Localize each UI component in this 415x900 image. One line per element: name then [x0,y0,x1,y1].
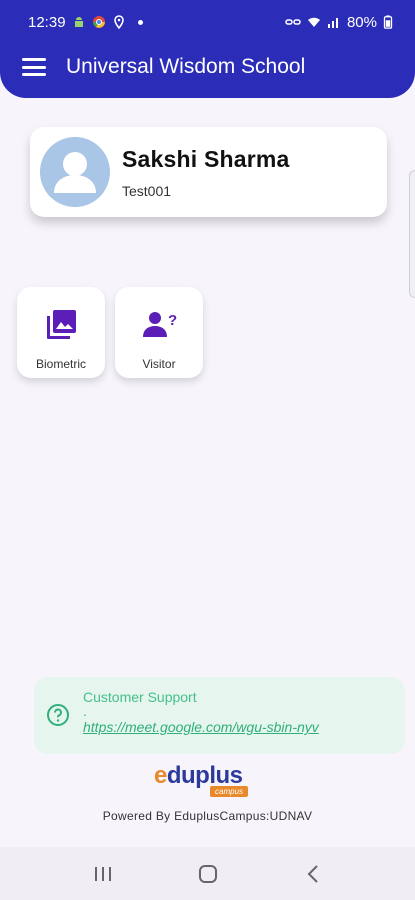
powered-by-text: Powered By EduplusCampus:UDNAV [102,809,313,823]
photo-library-icon [47,310,76,339]
profile-id: Test001 [122,182,172,199]
status-bar: 12:39 80% [0,0,415,44]
support-meet-link[interactable]: https://meet.google.com/wgu-sbin-nyv [83,719,319,735]
battery-percent: 80% [346,13,377,31]
support-title: Customer Support [83,689,197,705]
back-icon[interactable] [293,859,333,889]
home-icon[interactable] [188,859,228,889]
visitor-tile[interactable]: ? Visitor [115,287,203,378]
svg-text:?: ? [168,312,177,329]
customer-support-card[interactable]: Customer Support . https://meet.google.c… [34,677,405,754]
page-title: Universal Wisdom School [66,55,306,78]
tile-label-visitor: Visitor [142,357,176,371]
tile-label-biometric: Biometric [35,357,86,371]
status-time: 12:39 [28,13,66,31]
person-avatar-icon [40,137,110,207]
edge-panel-handle[interactable] [409,170,415,298]
battery-icon [383,15,393,29]
support-separator: . [83,703,87,719]
location-icon [113,15,124,29]
profile-card[interactable]: Sakshi Sharma Test001 [30,127,387,217]
toolbar: Universal Wisdom School [0,44,415,90]
app-bar: 12:39 80% Universal Wisdom School [0,0,415,98]
profile-name: Sakshi Sharma [122,145,290,172]
logo-campus: campus [210,786,249,797]
logo-e: e [154,762,167,789]
recent-apps-icon[interactable] [83,859,123,889]
signal-icon [327,18,338,28]
help-circle-icon [47,704,69,726]
logo-rest: duplus [166,762,243,789]
biometric-tile[interactable]: Biometric [17,287,105,378]
wifi-icon [307,17,320,27]
hamburger-menu-icon[interactable] [22,58,46,76]
system-nav-bar [0,847,415,900]
chrome-icon [92,16,105,28]
notification-dot [137,19,143,25]
eduplus-logo: eduplus campus [154,762,264,800]
person-question-icon: ? [143,312,177,337]
android-icon [74,17,83,27]
link-icon [285,19,301,25]
